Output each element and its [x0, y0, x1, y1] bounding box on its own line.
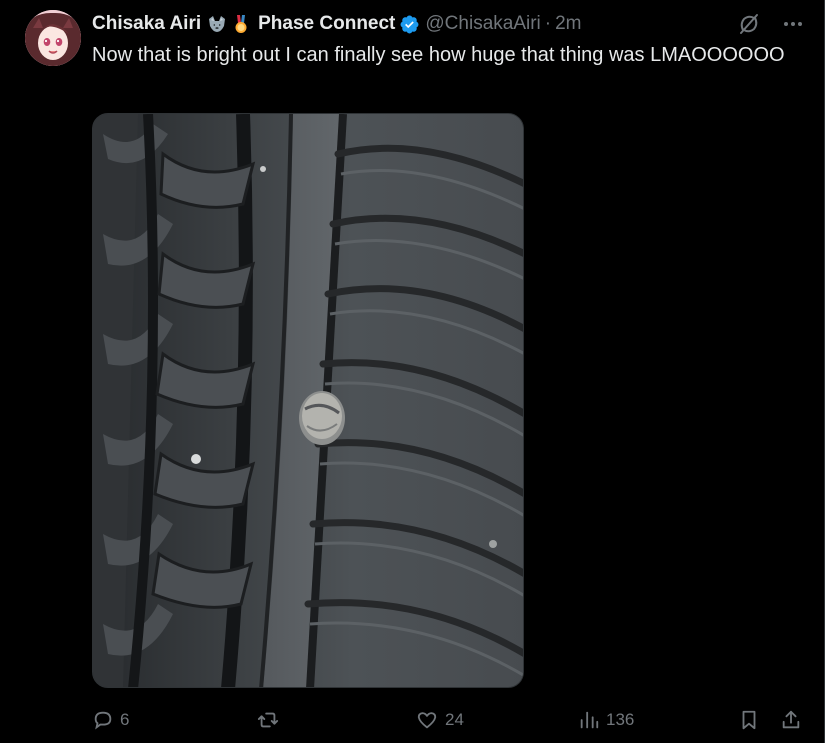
like-button[interactable]: 24: [415, 705, 464, 735]
views-button[interactable]: 136: [578, 705, 634, 735]
bookmark-icon: [742, 710, 756, 730]
wolf-emoji-icon: [207, 14, 227, 34]
reply-icon: [94, 711, 112, 730]
medal-emoji-icon: [231, 14, 251, 34]
avatar[interactable]: [25, 10, 81, 66]
reply-count: 6: [120, 710, 130, 729]
tweet-media-photo[interactable]: [92, 113, 524, 688]
tweet-actions: 6 24 136: [92, 705, 807, 735]
top-actions: [735, 10, 807, 38]
share-icon: [782, 710, 800, 729]
tire-with-screw-photo: [93, 114, 523, 687]
like-count: 24: [445, 710, 464, 729]
avatar-image: [25, 10, 81, 66]
user-handle[interactable]: @ChisakaAiri: [425, 13, 540, 35]
reply-button[interactable]: 6: [92, 705, 129, 735]
separator-dot: ·: [544, 13, 552, 34]
view-count: 136: [606, 710, 635, 729]
share-button[interactable]: [780, 705, 802, 735]
bookmark-button[interactable]: [738, 705, 760, 735]
display-name[interactable]: Chisaka Airi: [92, 13, 201, 35]
more-icon[interactable]: [779, 10, 807, 38]
verified-badge-icon[interactable]: [399, 14, 420, 35]
grok-icon[interactable]: [735, 10, 763, 38]
heart-icon: [417, 712, 437, 729]
repost-button[interactable]: [256, 705, 286, 735]
timestamp[interactable]: 2m: [555, 13, 581, 35]
views-icon: [580, 711, 599, 729]
tweet-header: Chisaka Airi Phase Connect @ChisakaAiri …: [92, 11, 582, 37]
repost-icon: [257, 712, 279, 728]
affiliation-name[interactable]: Phase Connect: [258, 13, 395, 35]
tweet-text: Now that is bright out I can finally see…: [92, 44, 785, 66]
tweet-card: Chisaka Airi Phase Connect @ChisakaAiri …: [0, 0, 825, 743]
